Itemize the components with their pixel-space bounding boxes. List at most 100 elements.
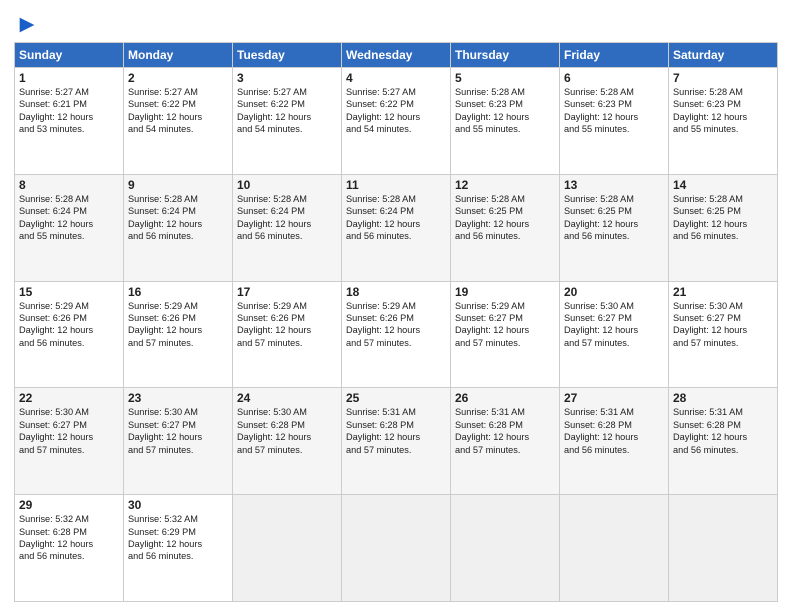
- calendar-cell: 8Sunrise: 5:28 AM Sunset: 6:24 PM Daylig…: [15, 174, 124, 281]
- calendar-cell: 13Sunrise: 5:28 AM Sunset: 6:25 PM Dayli…: [560, 174, 669, 281]
- header: [14, 10, 778, 36]
- calendar-cell: 29Sunrise: 5:32 AM Sunset: 6:28 PM Dayli…: [15, 495, 124, 602]
- calendar-cell: 11Sunrise: 5:28 AM Sunset: 6:24 PM Dayli…: [342, 174, 451, 281]
- calendar-table: SundayMondayTuesdayWednesdayThursdayFrid…: [14, 42, 778, 602]
- cell-info: Sunrise: 5:29 AM Sunset: 6:26 PM Dayligh…: [346, 300, 446, 350]
- cell-info: Sunrise: 5:30 AM Sunset: 6:27 PM Dayligh…: [19, 406, 119, 456]
- cell-info: Sunrise: 5:28 AM Sunset: 6:23 PM Dayligh…: [673, 86, 773, 136]
- calendar-cell: 18Sunrise: 5:29 AM Sunset: 6:26 PM Dayli…: [342, 281, 451, 388]
- cell-info: Sunrise: 5:28 AM Sunset: 6:24 PM Dayligh…: [128, 193, 228, 243]
- cell-date: 20: [564, 285, 664, 299]
- cell-date: 5: [455, 71, 555, 85]
- cell-info: Sunrise: 5:28 AM Sunset: 6:25 PM Dayligh…: [564, 193, 664, 243]
- calendar-cell: 10Sunrise: 5:28 AM Sunset: 6:24 PM Dayli…: [233, 174, 342, 281]
- cell-info: Sunrise: 5:30 AM Sunset: 6:27 PM Dayligh…: [673, 300, 773, 350]
- cell-info: Sunrise: 5:28 AM Sunset: 6:24 PM Dayligh…: [346, 193, 446, 243]
- cell-date: 14: [673, 178, 773, 192]
- day-header-monday: Monday: [124, 43, 233, 68]
- calendar-cell: 23Sunrise: 5:30 AM Sunset: 6:27 PM Dayli…: [124, 388, 233, 495]
- cell-date: 18: [346, 285, 446, 299]
- cell-date: 11: [346, 178, 446, 192]
- calendar-cell: 15Sunrise: 5:29 AM Sunset: 6:26 PM Dayli…: [15, 281, 124, 388]
- cell-info: Sunrise: 5:31 AM Sunset: 6:28 PM Dayligh…: [455, 406, 555, 456]
- calendar-cell: 3Sunrise: 5:27 AM Sunset: 6:22 PM Daylig…: [233, 68, 342, 175]
- cell-date: 22: [19, 391, 119, 405]
- cell-date: 26: [455, 391, 555, 405]
- calendar-cell: 22Sunrise: 5:30 AM Sunset: 6:27 PM Dayli…: [15, 388, 124, 495]
- cell-date: 17: [237, 285, 337, 299]
- cell-date: 7: [673, 71, 773, 85]
- calendar-cell: 28Sunrise: 5:31 AM Sunset: 6:28 PM Dayli…: [669, 388, 778, 495]
- calendar-cell: [451, 495, 560, 602]
- cell-date: 10: [237, 178, 337, 192]
- calendar-cell: 19Sunrise: 5:29 AM Sunset: 6:27 PM Dayli…: [451, 281, 560, 388]
- cell-date: 9: [128, 178, 228, 192]
- cell-date: 8: [19, 178, 119, 192]
- cell-date: 28: [673, 391, 773, 405]
- day-header-thursday: Thursday: [451, 43, 560, 68]
- cell-info: Sunrise: 5:28 AM Sunset: 6:24 PM Dayligh…: [237, 193, 337, 243]
- cell-date: 2: [128, 71, 228, 85]
- calendar-cell: 30Sunrise: 5:32 AM Sunset: 6:29 PM Dayli…: [124, 495, 233, 602]
- cell-date: 21: [673, 285, 773, 299]
- day-header-saturday: Saturday: [669, 43, 778, 68]
- cell-date: 16: [128, 285, 228, 299]
- cell-info: Sunrise: 5:28 AM Sunset: 6:24 PM Dayligh…: [19, 193, 119, 243]
- calendar-cell: 25Sunrise: 5:31 AM Sunset: 6:28 PM Dayli…: [342, 388, 451, 495]
- calendar-cell: 16Sunrise: 5:29 AM Sunset: 6:26 PM Dayli…: [124, 281, 233, 388]
- calendar-cell: 20Sunrise: 5:30 AM Sunset: 6:27 PM Dayli…: [560, 281, 669, 388]
- cell-info: Sunrise: 5:28 AM Sunset: 6:23 PM Dayligh…: [455, 86, 555, 136]
- cell-info: Sunrise: 5:29 AM Sunset: 6:26 PM Dayligh…: [237, 300, 337, 350]
- logo-arrow-icon: [16, 14, 38, 36]
- cell-date: 1: [19, 71, 119, 85]
- cell-info: Sunrise: 5:29 AM Sunset: 6:26 PM Dayligh…: [19, 300, 119, 350]
- day-header-sunday: Sunday: [15, 43, 124, 68]
- logo: [14, 14, 38, 36]
- calendar-cell: 21Sunrise: 5:30 AM Sunset: 6:27 PM Dayli…: [669, 281, 778, 388]
- calendar-cell: 26Sunrise: 5:31 AM Sunset: 6:28 PM Dayli…: [451, 388, 560, 495]
- calendar-cell: 27Sunrise: 5:31 AM Sunset: 6:28 PM Dayli…: [560, 388, 669, 495]
- calendar-cell: 1Sunrise: 5:27 AM Sunset: 6:21 PM Daylig…: [15, 68, 124, 175]
- cell-info: Sunrise: 5:32 AM Sunset: 6:28 PM Dayligh…: [19, 513, 119, 563]
- calendar-cell: [560, 495, 669, 602]
- cell-info: Sunrise: 5:27 AM Sunset: 6:22 PM Dayligh…: [346, 86, 446, 136]
- calendar-cell: 17Sunrise: 5:29 AM Sunset: 6:26 PM Dayli…: [233, 281, 342, 388]
- calendar-cell: 24Sunrise: 5:30 AM Sunset: 6:28 PM Dayli…: [233, 388, 342, 495]
- cell-info: Sunrise: 5:28 AM Sunset: 6:25 PM Dayligh…: [455, 193, 555, 243]
- calendar-cell: 14Sunrise: 5:28 AM Sunset: 6:25 PM Dayli…: [669, 174, 778, 281]
- cell-info: Sunrise: 5:30 AM Sunset: 6:27 PM Dayligh…: [564, 300, 664, 350]
- cell-info: Sunrise: 5:28 AM Sunset: 6:25 PM Dayligh…: [673, 193, 773, 243]
- cell-date: 19: [455, 285, 555, 299]
- cell-date: 24: [237, 391, 337, 405]
- day-header-friday: Friday: [560, 43, 669, 68]
- cell-info: Sunrise: 5:27 AM Sunset: 6:21 PM Dayligh…: [19, 86, 119, 136]
- cell-info: Sunrise: 5:30 AM Sunset: 6:28 PM Dayligh…: [237, 406, 337, 456]
- cell-info: Sunrise: 5:28 AM Sunset: 6:23 PM Dayligh…: [564, 86, 664, 136]
- cell-info: Sunrise: 5:31 AM Sunset: 6:28 PM Dayligh…: [673, 406, 773, 456]
- calendar-cell: 12Sunrise: 5:28 AM Sunset: 6:25 PM Dayli…: [451, 174, 560, 281]
- calendar-cell: [342, 495, 451, 602]
- cell-date: 27: [564, 391, 664, 405]
- cell-info: Sunrise: 5:29 AM Sunset: 6:27 PM Dayligh…: [455, 300, 555, 350]
- day-header-wednesday: Wednesday: [342, 43, 451, 68]
- cell-date: 13: [564, 178, 664, 192]
- page: SundayMondayTuesdayWednesdayThursdayFrid…: [0, 0, 792, 612]
- calendar-cell: 7Sunrise: 5:28 AM Sunset: 6:23 PM Daylig…: [669, 68, 778, 175]
- cell-date: 15: [19, 285, 119, 299]
- day-header-tuesday: Tuesday: [233, 43, 342, 68]
- calendar-cell: 5Sunrise: 5:28 AM Sunset: 6:23 PM Daylig…: [451, 68, 560, 175]
- cell-info: Sunrise: 5:29 AM Sunset: 6:26 PM Dayligh…: [128, 300, 228, 350]
- calendar-cell: 4Sunrise: 5:27 AM Sunset: 6:22 PM Daylig…: [342, 68, 451, 175]
- calendar-cell: [669, 495, 778, 602]
- calendar-cell: 6Sunrise: 5:28 AM Sunset: 6:23 PM Daylig…: [560, 68, 669, 175]
- cell-date: 3: [237, 71, 337, 85]
- calendar-cell: 2Sunrise: 5:27 AM Sunset: 6:22 PM Daylig…: [124, 68, 233, 175]
- cell-info: Sunrise: 5:27 AM Sunset: 6:22 PM Dayligh…: [237, 86, 337, 136]
- cell-info: Sunrise: 5:31 AM Sunset: 6:28 PM Dayligh…: [346, 406, 446, 456]
- cell-date: 29: [19, 498, 119, 512]
- cell-info: Sunrise: 5:31 AM Sunset: 6:28 PM Dayligh…: [564, 406, 664, 456]
- cell-date: 12: [455, 178, 555, 192]
- cell-date: 25: [346, 391, 446, 405]
- cell-date: 30: [128, 498, 228, 512]
- cell-date: 6: [564, 71, 664, 85]
